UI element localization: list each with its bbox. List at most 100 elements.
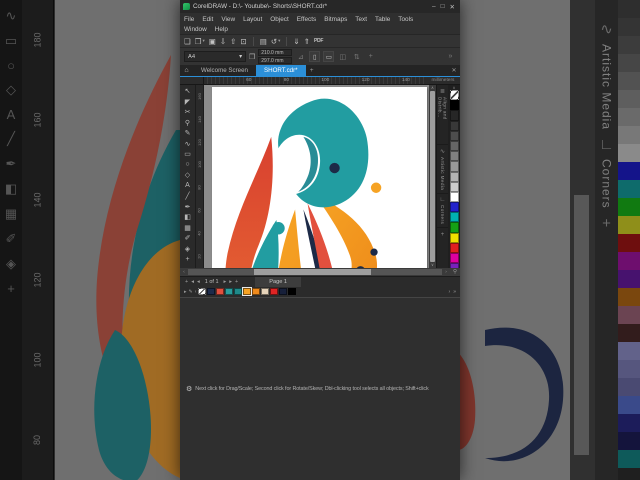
landscape-button[interactable]: ▭ <box>323 51 335 62</box>
open-button[interactable]: ❒ ▾ <box>195 37 205 46</box>
scroll-left-icon[interactable]: ‹ <box>180 269 188 274</box>
previous-page-icon[interactable]: ◂ <box>197 279 200 285</box>
interactive-fill-tool[interactable]: ◧ <box>184 213 191 221</box>
chevron-down-icon[interactable]: ▾ <box>278 38 280 44</box>
color-swatch[interactable] <box>618 180 640 198</box>
color-swatch[interactable] <box>618 342 640 360</box>
artistic-media-tool[interactable]: ∿ <box>185 140 191 148</box>
color-swatch[interactable] <box>449 130 459 141</box>
color-swatch[interactable] <box>449 171 459 182</box>
eyedropper-tool[interactable]: ✐ <box>185 234 191 242</box>
menu-item[interactable]: View <box>221 16 235 23</box>
mesh-fill-tool[interactable]: ▦ <box>184 224 191 232</box>
color-swatch[interactable] <box>449 110 459 121</box>
color-swatch[interactable] <box>449 212 459 223</box>
color-swatch[interactable] <box>618 36 640 54</box>
chevron-down-icon[interactable]: ▾ <box>202 38 204 44</box>
menu-item[interactable]: Object <box>270 16 288 23</box>
color-swatch[interactable] <box>449 202 459 213</box>
color-swatch[interactable] <box>618 270 640 288</box>
import-button[interactable]: ⇩ <box>220 37 226 46</box>
save-button[interactable]: ▣ <box>209 37 216 46</box>
export-button[interactable]: ⇧ <box>230 37 236 46</box>
home-icon[interactable]: ⌂ <box>180 65 193 76</box>
menu-item[interactable]: Window <box>184 26 207 33</box>
color-swatch[interactable] <box>449 151 459 162</box>
color-swatch[interactable] <box>198 288 207 295</box>
color-swatch[interactable] <box>449 100 459 111</box>
color-swatch[interactable] <box>618 432 640 450</box>
undo-button[interactable]: ↺ ▾ <box>271 37 281 46</box>
color-swatch[interactable] <box>618 288 640 306</box>
smart-fill-tool[interactable]: ◈ <box>185 245 190 253</box>
add-page-button[interactable]: + <box>185 279 188 285</box>
color-swatch[interactable] <box>449 90 459 101</box>
scroll-right-icon[interactable]: › <box>442 269 450 274</box>
zoom-scrollbar-icon[interactable]: ⚲ <box>450 269 460 275</box>
next-page-icon[interactable]: ▸ <box>224 279 227 285</box>
color-swatch[interactable] <box>618 216 640 234</box>
color-swatch[interactable] <box>449 140 459 152</box>
canvas[interactable] <box>204 85 429 268</box>
color-swatch[interactable] <box>618 198 640 216</box>
color-swatch[interactable] <box>234 288 243 295</box>
pick-tool[interactable]: ↖ <box>185 87 191 95</box>
last-page-icon[interactable]: ▸ <box>229 279 232 285</box>
more-options-button[interactable]: » <box>445 51 456 62</box>
docker-tab-artistic-media[interactable]: ∿ Artistic Media <box>437 145 448 195</box>
menu-item[interactable]: Text <box>355 16 367 23</box>
menu-item[interactable]: Table <box>375 16 390 23</box>
horizontal-scrollbar-thumb[interactable] <box>254 268 371 275</box>
color-swatch[interactable] <box>618 378 640 396</box>
color-swatch[interactable] <box>618 360 640 378</box>
color-swatch[interactable] <box>207 288 216 295</box>
docker-tab-corners[interactable]: ∟ Corners <box>437 194 448 229</box>
color-swatch[interactable] <box>449 120 459 131</box>
color-swatch[interactable] <box>449 191 459 203</box>
polygon-tool[interactable]: ◇ <box>185 171 190 179</box>
freehand-tool[interactable]: ✎ <box>185 129 191 137</box>
page-height-field[interactable]: 297.0 mm <box>258 57 293 64</box>
color-swatch[interactable] <box>449 181 459 192</box>
color-swatch[interactable] <box>449 232 459 243</box>
rectangle-tool[interactable]: ▭ <box>184 150 191 158</box>
color-swatch[interactable] <box>216 288 225 295</box>
crop-tool[interactable]: ✂ <box>185 108 191 116</box>
copy-settings-icon[interactable]: ◫ <box>337 51 348 62</box>
color-swatch[interactable] <box>618 18 640 36</box>
menu-item[interactable]: File <box>184 16 194 23</box>
close-button[interactable]: ✕ <box>450 3 455 11</box>
document-page[interactable] <box>212 87 427 268</box>
ellipse-tool[interactable]: ○ <box>185 161 189 169</box>
menu-item[interactable]: Effects <box>297 16 316 23</box>
line-tool[interactable]: ╱ <box>185 192 189 200</box>
color-swatch[interactable] <box>279 288 288 295</box>
menu-item[interactable]: Help <box>215 26 228 33</box>
color-swatch[interactable] <box>449 242 459 253</box>
color-swatch[interactable] <box>618 450 640 468</box>
color-swatch[interactable] <box>618 234 640 252</box>
palette-eyedropper-icon[interactable]: ✎ <box>189 289 193 295</box>
vertical-scrollbar[interactable]: ∧ ∨ <box>429 85 436 268</box>
color-swatch[interactable] <box>618 54 640 72</box>
portrait-button[interactable]: ▯ <box>309 51 321 62</box>
add-control-button[interactable]: + <box>365 51 376 62</box>
palette-next-icon[interactable]: › <box>449 289 451 295</box>
page-tab[interactable]: Page 1 <box>255 276 301 287</box>
color-swatch[interactable] <box>618 126 640 144</box>
flyout-icon[interactable]: ▸ <box>184 289 187 295</box>
color-swatch[interactable] <box>252 288 261 295</box>
zoom-tool[interactable]: ⚲ <box>185 119 190 127</box>
color-swatch[interactable] <box>618 0 640 18</box>
print-button[interactable]: ⊡ <box>240 37 246 46</box>
color-swatch[interactable] <box>618 108 640 126</box>
angle-icon[interactable]: ⊿ <box>295 51 306 62</box>
add-tool[interactable]: + <box>185 255 189 263</box>
color-swatch[interactable] <box>618 396 640 414</box>
menu-item[interactable]: Bitmaps <box>324 16 347 23</box>
paste-button[interactable]: ▤ <box>260 37 267 46</box>
close-tab-button[interactable]: ✕ <box>448 65 460 76</box>
color-swatch[interactable] <box>242 287 253 296</box>
first-page-icon[interactable]: ◂ <box>191 279 194 285</box>
color-swatch[interactable] <box>261 288 270 295</box>
